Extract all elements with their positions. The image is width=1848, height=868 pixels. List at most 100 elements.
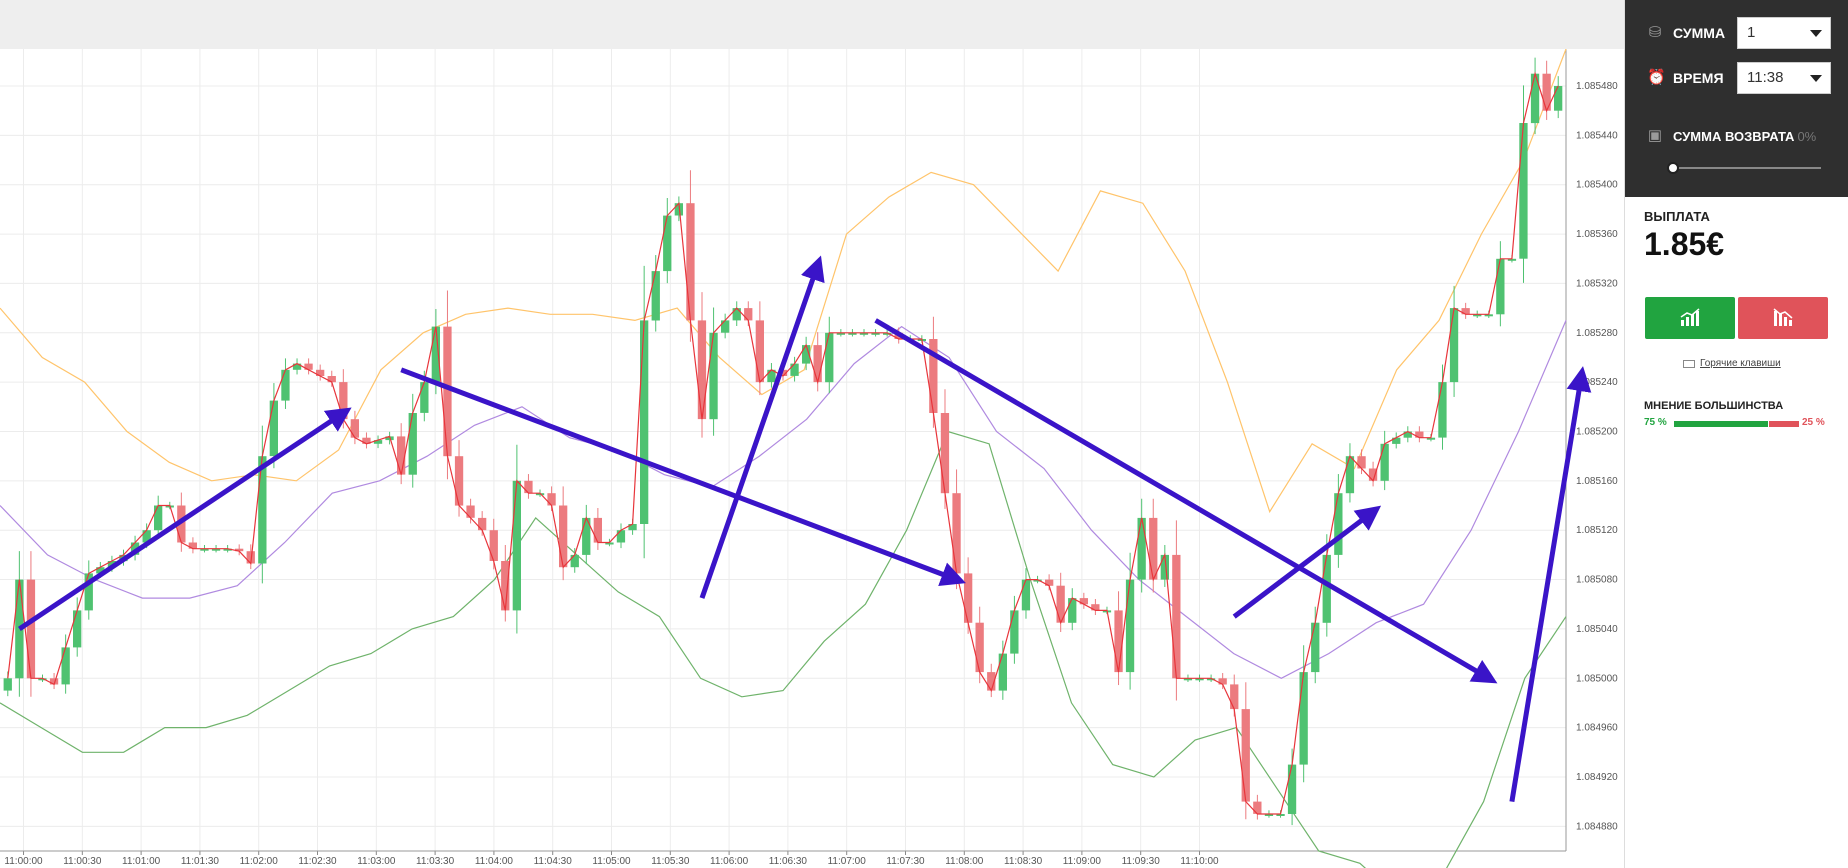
time-select[interactable]: 11:38: [1737, 62, 1831, 94]
x-tick-label: 11:04:00: [475, 856, 514, 867]
x-tick-label: 11:05:00: [592, 856, 631, 867]
coins-icon: ⛁: [1648, 24, 1662, 41]
candle-up: [721, 320, 730, 333]
candle-down: [686, 203, 695, 321]
x-tick-label: 11:00:00: [4, 856, 43, 867]
candle-down: [489, 530, 498, 561]
candle-up: [1010, 610, 1019, 654]
candle-up: [408, 413, 417, 475]
x-tick-label: 11:04:30: [534, 856, 573, 867]
majority-down-bar: [1769, 421, 1799, 427]
top-toolbar: [0, 0, 1624, 49]
candle-down: [547, 493, 556, 506]
candle-down: [697, 320, 707, 420]
candle-up: [825, 332, 834, 383]
candlestick-chart-svg[interactable]: 1.085480 1.085440 1.085400 1.085360 1.085320…: [0, 49, 1624, 868]
trade-settings: ⛁ СУММА 1 ⏰ ВРЕМЯ 11:38 ▣ СУММА ВОЗВРАТА…: [1625, 0, 1848, 197]
candle-down: [755, 320, 764, 383]
candle-down: [327, 376, 336, 383]
candle-up: [640, 320, 649, 524]
y-tick-label: 1.085200: [1576, 426, 1618, 437]
candle-up: [1287, 764, 1297, 814]
hotkeys-label: Горячие клавиши: [1700, 358, 1781, 369]
sell-down-button[interactable]: [1738, 297, 1828, 339]
x-tick-label: 11:09:00: [1063, 856, 1102, 867]
x-tick-label: 11:09:30: [1122, 856, 1161, 867]
candle-up: [651, 271, 660, 321]
x-tick-label: 11:07:00: [828, 856, 867, 867]
candle-up: [258, 456, 267, 564]
candle-up: [1438, 382, 1447, 438]
chevron-down-icon: [1810, 75, 1822, 82]
candle-up: [1554, 86, 1563, 111]
candle-down: [813, 345, 822, 383]
refund-slider-handle[interactable]: [1667, 162, 1679, 174]
refund-row: ▣ СУММА ВОЗВРАТА 0%: [1647, 128, 1816, 144]
buy-up-button[interactable]: [1645, 297, 1735, 339]
hotkeys-link[interactable]: Горячие клавиши: [1683, 358, 1781, 369]
candle-down: [1172, 554, 1181, 679]
x-tick-label: 11:06:00: [710, 856, 749, 867]
majority-up-percent: 75 %: [1644, 417, 1667, 428]
bollinger-lower-band: [0, 430, 1567, 868]
y-tick-label: 1.085040: [1576, 624, 1618, 635]
y-tick-label: 1.084920: [1576, 772, 1618, 783]
candle-down: [1114, 610, 1123, 673]
candle-down: [443, 326, 452, 457]
candle-up: [1021, 579, 1031, 611]
x-tick-label: 11:01:00: [122, 856, 161, 867]
x-tick-label: 11:03:30: [416, 856, 455, 867]
candle-up: [1380, 443, 1389, 481]
x-tick-label: 11:01:30: [181, 856, 220, 867]
time-row: ⏰ ВРЕМЯ: [1647, 60, 1724, 96]
candle-up: [663, 215, 672, 272]
candle-down: [1253, 801, 1262, 814]
price-chart[interactable]: 1.085480 1.085440 1.085400 1.085360 1.085320…: [0, 49, 1624, 868]
candle-up: [732, 308, 741, 321]
candle-down: [350, 419, 359, 438]
candle-down: [1079, 598, 1088, 605]
amount-row: ⛁ СУММА: [1647, 15, 1725, 51]
candle-up: [1322, 554, 1331, 623]
candle-down: [454, 456, 464, 506]
candle-down: [1149, 517, 1158, 580]
candle-up: [1311, 622, 1320, 673]
candle-up: [269, 400, 278, 457]
candle-up: [1299, 672, 1308, 765]
majority-down-percent: 25 %: [1802, 417, 1825, 428]
candle-up: [1137, 517, 1146, 580]
refund-label: СУММА ВОЗВРАТА: [1673, 128, 1795, 144]
candle-down: [478, 517, 487, 531]
candle-up: [73, 610, 82, 648]
candle-up: [790, 363, 799, 376]
candle-down: [466, 505, 475, 518]
alarm-clock-icon: ⏰: [1647, 69, 1666, 86]
candle-up: [998, 653, 1007, 691]
y-tick-label: 1.085000: [1576, 673, 1618, 684]
refund-slider-track[interactable]: [1671, 167, 1821, 169]
candle-down: [940, 413, 950, 494]
candle-up: [1125, 579, 1135, 673]
candle-down: [1241, 709, 1250, 802]
x-tick-label: 11:03:00: [357, 856, 396, 867]
candle-down: [524, 480, 533, 494]
trend-arrow: [18, 407, 352, 631]
amount-select[interactable]: 1: [1737, 17, 1831, 49]
payout-value: 1.85€: [1644, 226, 1725, 262]
candle-up: [1334, 493, 1343, 555]
safe-icon: ▣: [1647, 127, 1663, 144]
candle-down: [952, 493, 961, 574]
y-tick-label: 1.085360: [1576, 229, 1618, 240]
candle-up: [154, 505, 163, 531]
y-tick-label: 1.084960: [1576, 723, 1618, 734]
candle-up: [281, 369, 290, 401]
candle-down: [744, 308, 753, 321]
keyboard-icon: [1683, 359, 1695, 368]
refund-percent: 0%: [1797, 128, 1817, 144]
trend-arrow: [400, 367, 966, 586]
majority-up-bar: [1674, 421, 1768, 427]
chart-down-icon: [1773, 308, 1793, 326]
candle-down: [1230, 684, 1239, 710]
x-tick-label: 11:10:00: [1180, 856, 1219, 867]
candle-up: [1519, 123, 1528, 259]
